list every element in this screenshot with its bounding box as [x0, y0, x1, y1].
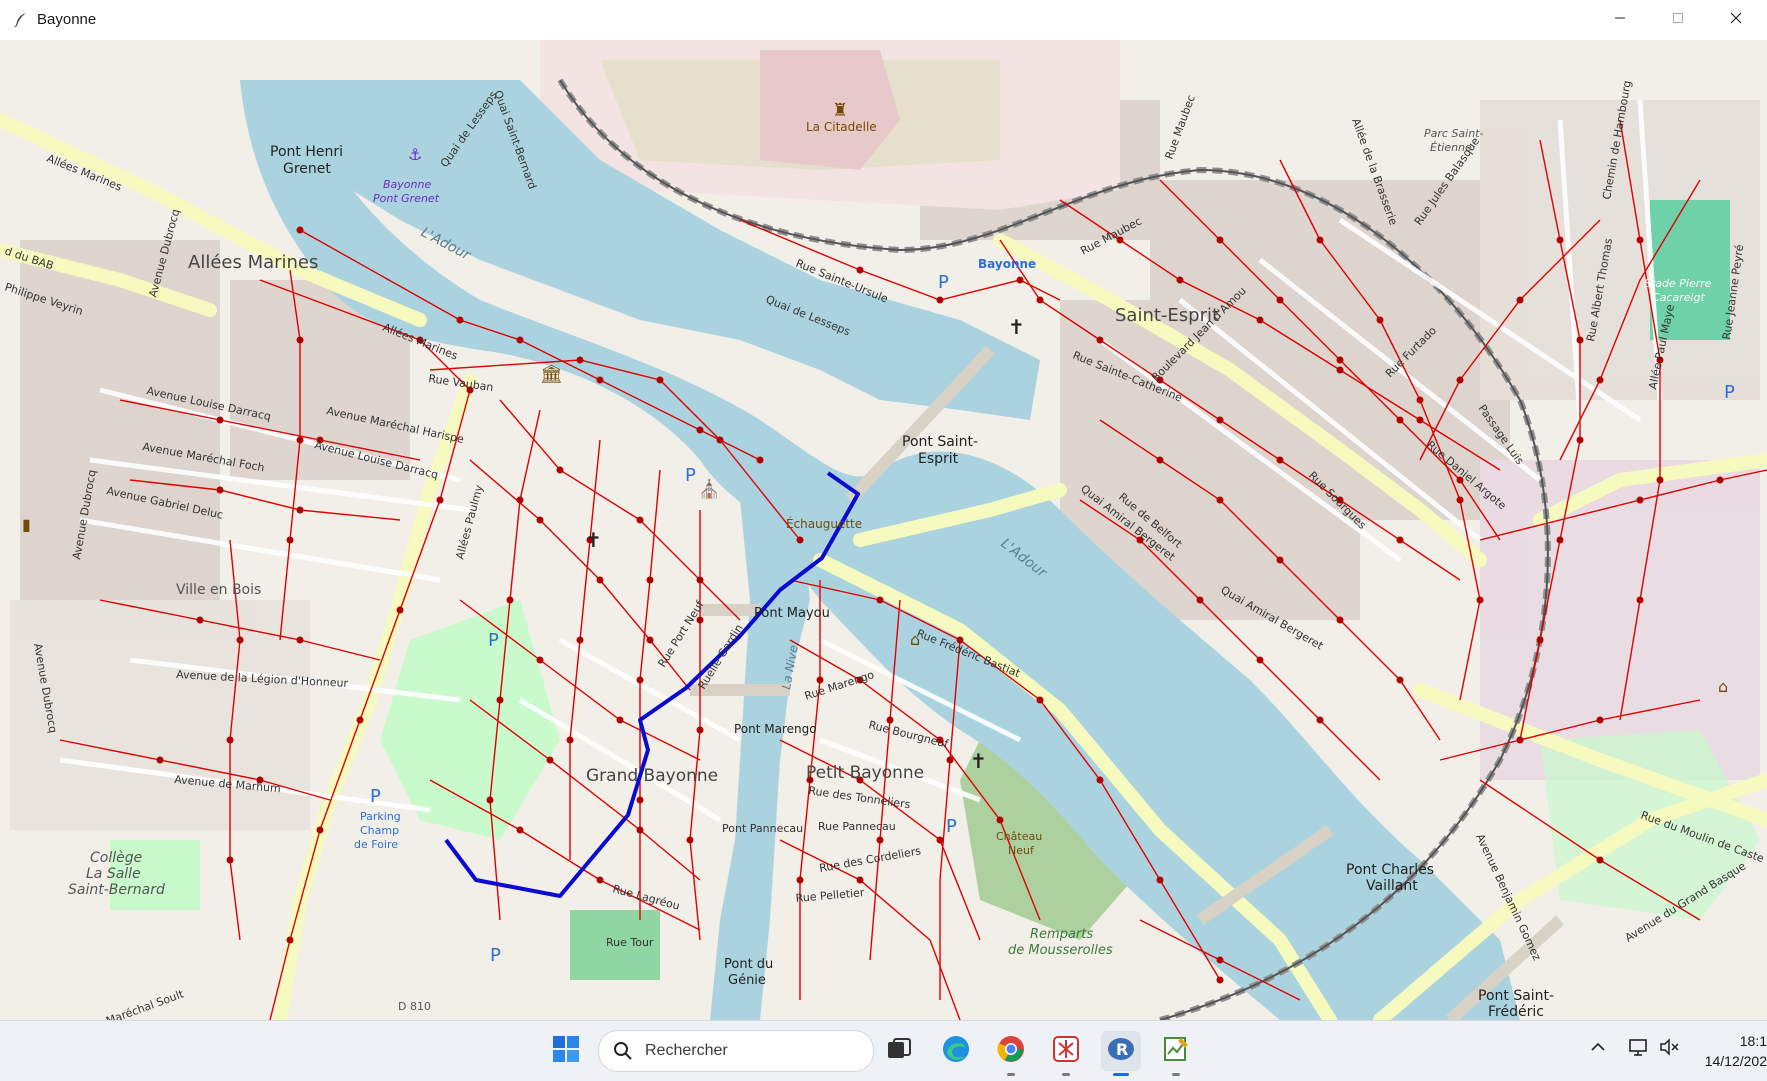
svg-text:Pont Grenet: Pont Grenet — [373, 192, 440, 205]
svg-text:P: P — [938, 272, 949, 293]
svg-text:Frédéric: Frédéric — [1488, 1004, 1544, 1020]
svg-text:La Citadelle: La Citadelle — [806, 120, 877, 134]
chevron-up-icon[interactable] — [1590, 1039, 1606, 1060]
svg-text:✝: ✝ — [585, 528, 602, 552]
svg-text:Ville en Bois: Ville en Bois — [176, 582, 261, 598]
svg-text:✝: ✝ — [970, 749, 987, 773]
running-indicator — [1062, 1073, 1070, 1076]
feather-icon — [13, 12, 29, 28]
svg-text:Pont Marengo: Pont Marengo — [734, 722, 817, 736]
start-button[interactable] — [546, 1031, 586, 1071]
svg-text:Échauguette: Échauguette — [786, 516, 862, 531]
svg-text:Château: Château — [996, 830, 1042, 843]
taskbar: Rechercher R 18:1 14/12/202 — [0, 1020, 1767, 1081]
close-icon — [1729, 11, 1743, 30]
svg-text:P: P — [685, 465, 696, 486]
svg-text:▮: ▮ — [22, 515, 31, 534]
map-canvas[interactable]: ♜ ✝ ✝ ✝ ⛪ ⚓ 🏛 ⌂ ▮ ⌂ P P P P P P P Pont H… — [0, 40, 1767, 1020]
svg-text:P: P — [490, 945, 501, 966]
svg-text:Pont Saint-: Pont Saint- — [902, 434, 978, 450]
svg-text:La Salle: La Salle — [86, 866, 141, 882]
display-icon[interactable] — [1628, 1037, 1650, 1062]
svg-text:✝: ✝ — [1008, 315, 1025, 339]
svg-text:Pont Mayou: Pont Mayou — [754, 606, 830, 621]
svg-text:P: P — [1724, 382, 1735, 403]
window-title: Bayonne — [37, 11, 97, 28]
system-clock[interactable]: 18:1 14/12/202 — [1700, 1031, 1767, 1071]
svg-text:Cacareigt: Cacareigt — [1652, 291, 1706, 304]
running-indicator — [1172, 1073, 1180, 1076]
search-icon — [613, 1041, 633, 1066]
clock-date: 14/12/202 — [1704, 1053, 1767, 1069]
svg-text:♜: ♜ — [832, 100, 848, 121]
window-titlebar: Bayonne — [0, 0, 1767, 41]
svg-text:⚓: ⚓ — [408, 145, 422, 164]
taskbar-search[interactable]: Rechercher — [598, 1030, 874, 1072]
svg-text:de Foire: de Foire — [354, 838, 398, 851]
map-view[interactable]: ♜ ✝ ✝ ✝ ⛪ ⚓ 🏛 ⌂ ▮ ⌂ P P P P P P P Pont H… — [0, 40, 1767, 1020]
svg-text:Neuf: Neuf — [1008, 844, 1035, 857]
label-allees-marines: Allées Marines — [188, 252, 318, 273]
svg-text:Génie: Génie — [728, 973, 766, 988]
svg-text:🏛: 🏛 — [540, 364, 563, 385]
speaker-mute-icon[interactable] — [1658, 1037, 1680, 1062]
svg-text:Stade Pierre: Stade Pierre — [1644, 277, 1712, 290]
label-petit-bayonne: Petit Bayonne — [806, 763, 924, 783]
svg-text:Grenet: Grenet — [283, 161, 331, 177]
task-view-icon — [886, 1036, 912, 1067]
edge-icon — [941, 1034, 971, 1069]
label-pont-henri: Pont Henri — [270, 144, 343, 160]
svg-text:Pont Pannecau: Pont Pannecau — [722, 822, 803, 835]
search-placeholder: Rechercher — [645, 1042, 728, 1059]
svg-text:Vaillant: Vaillant — [1366, 878, 1418, 894]
network-app-icon — [1051, 1034, 1081, 1069]
windows-start-icon — [552, 1035, 580, 1068]
svg-text:Remparts: Remparts — [1030, 927, 1093, 942]
svg-text:P: P — [370, 786, 381, 807]
taskbar-edge[interactable] — [936, 1031, 976, 1071]
taskbar-r-app[interactable]: R — [1101, 1031, 1141, 1076]
minimize-icon — [1614, 11, 1626, 29]
taskbar-chrome[interactable] — [991, 1031, 1031, 1076]
label-grand-bayonne: Grand Bayonne — [586, 766, 718, 786]
task-view-button[interactable] — [879, 1031, 919, 1071]
svg-text:R: R — [1116, 1040, 1128, 1059]
close-button[interactable] — [1707, 0, 1765, 40]
svg-text:P: P — [488, 630, 499, 651]
minimize-button[interactable] — [1591, 0, 1649, 40]
svg-text:Collège: Collège — [90, 850, 142, 866]
svg-text:de Mousserolles: de Mousserolles — [1008, 943, 1113, 958]
r-app-icon: R — [1106, 1034, 1136, 1069]
active-indicator — [1113, 1073, 1129, 1076]
svg-text:Rue Tour: Rue Tour — [606, 936, 654, 949]
svg-text:Rue Pannecau: Rue Pannecau — [818, 820, 896, 833]
svg-text:Bayonne: Bayonne — [383, 178, 431, 191]
svg-text:Pont Saint-: Pont Saint- — [1478, 988, 1554, 1004]
svg-text:⌂: ⌂ — [1718, 677, 1728, 696]
svg-text:Saint-Bernard: Saint-Bernard — [68, 882, 165, 898]
running-indicator — [1007, 1073, 1015, 1076]
svg-text:D 810: D 810 — [398, 1000, 431, 1013]
svg-text:Bayonne: Bayonne — [978, 257, 1036, 271]
maximize-icon — [1672, 11, 1684, 29]
taskbar-notepad-chart[interactable] — [1156, 1031, 1196, 1076]
svg-text:Esprit: Esprit — [918, 451, 959, 467]
taskbar-network-app[interactable] — [1046, 1031, 1086, 1076]
chrome-icon — [996, 1034, 1026, 1069]
clock-time: 18:1 — [1739, 1033, 1767, 1049]
maximize-button[interactable] — [1649, 0, 1707, 40]
svg-text:Pont Charles: Pont Charles — [1346, 862, 1434, 878]
notepad-chart-icon — [1161, 1034, 1191, 1069]
svg-text:Champ: Champ — [360, 824, 399, 837]
svg-text:⛪: ⛪ — [698, 478, 720, 500]
svg-text:P: P — [946, 816, 957, 837]
svg-text:Parking: Parking — [360, 810, 401, 823]
svg-text:Pont du: Pont du — [724, 957, 773, 972]
